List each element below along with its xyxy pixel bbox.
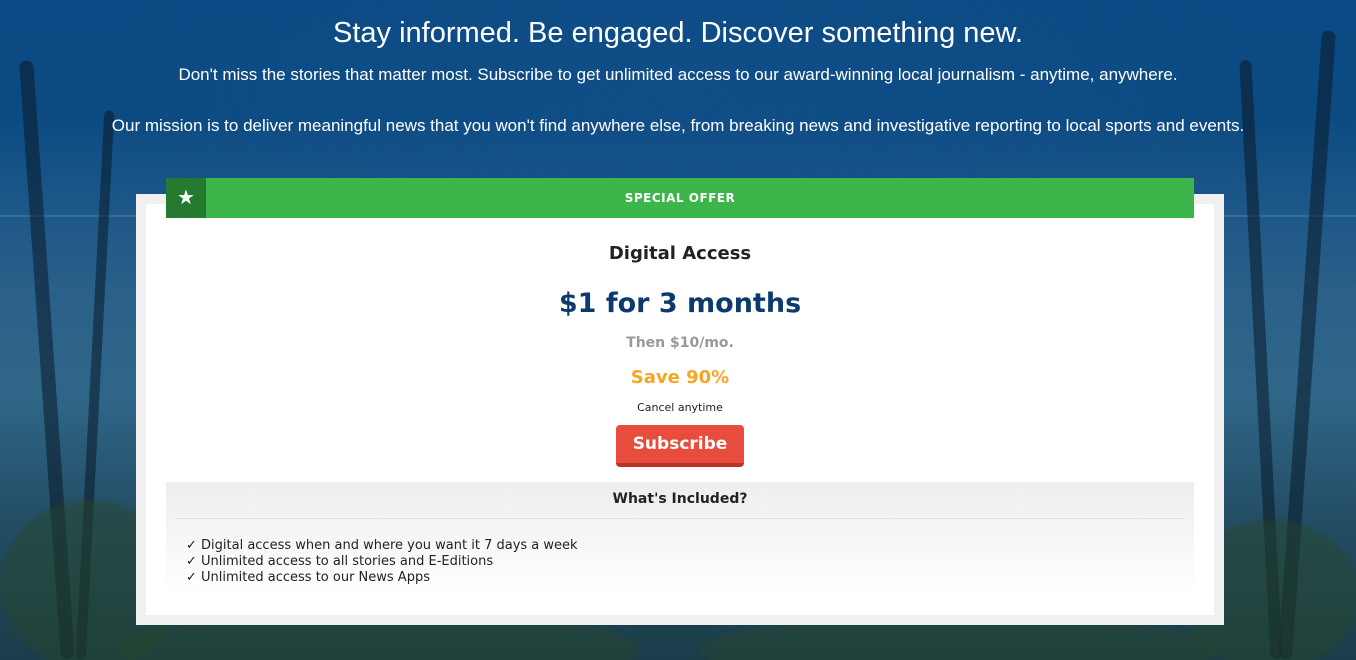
divider (176, 518, 1184, 519)
plan-then-price: Then $10/mo. (626, 335, 734, 351)
subscribe-button[interactable]: Subscribe (616, 425, 744, 467)
list-item: ✓ Unlimited access to our News Apps (186, 570, 430, 585)
hero-mission: Our mission is to deliver meaningful new… (111, 116, 1245, 135)
plan-title: Digital Access (608, 243, 752, 264)
whats-included-section: What's Included? ✓ Digital access when a… (166, 482, 1194, 594)
list-item: ✓ Unlimited access to all stories and E-… (186, 554, 494, 569)
plan-price: $1 for 3 months (558, 288, 802, 319)
special-offer-label: SPECIAL OFFER (624, 191, 736, 205)
plan-savings: Save 90% (630, 367, 730, 388)
cancel-note: Cancel anytime (637, 401, 723, 414)
list-item: ✓ Digital access when and where you want… (186, 538, 578, 553)
whats-included-title: What's Included? (612, 491, 748, 507)
included-list: ✓ Digital access when and where you want… (186, 538, 578, 586)
hero-headline: Stay informed. Be engaged. Discover some… (333, 17, 1023, 49)
special-offer-banner: SPECIAL OFFER ★ (166, 178, 1194, 218)
hero-subhead: Don't miss the stories that matter most.… (178, 65, 1178, 84)
star-icon: ★ (166, 178, 206, 218)
